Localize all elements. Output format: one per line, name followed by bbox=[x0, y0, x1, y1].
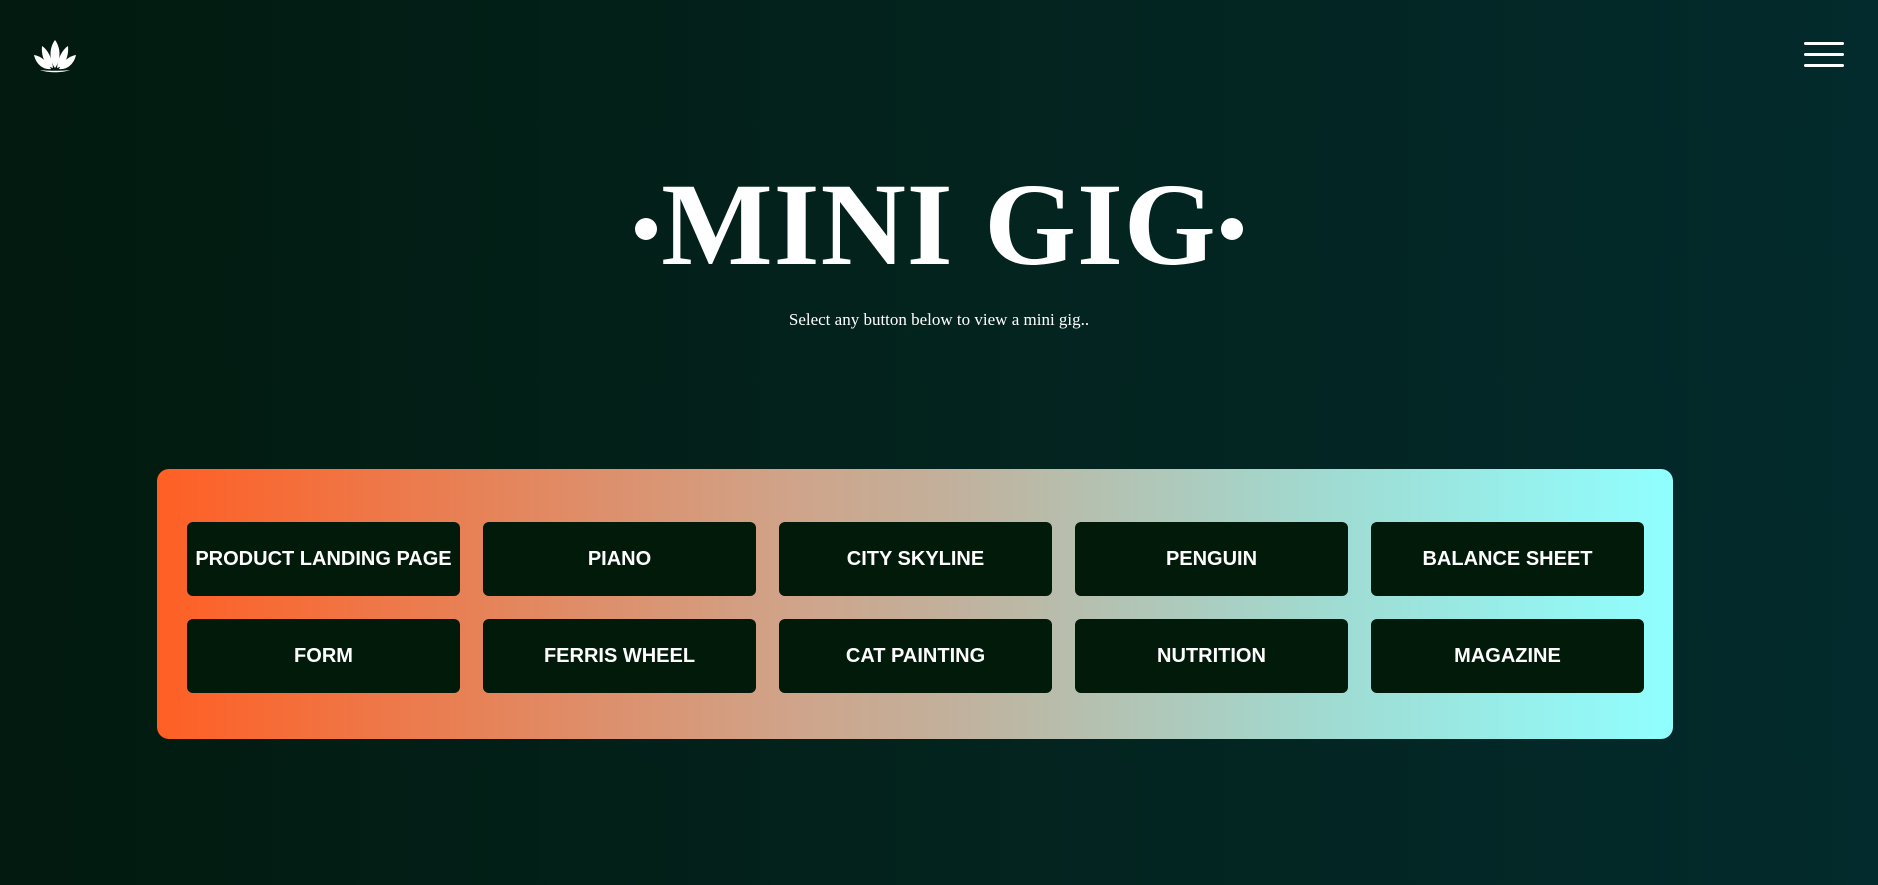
gig-button-piano[interactable]: PIANO bbox=[483, 522, 756, 596]
gig-button-product-landing-page[interactable]: PRODUCT LANDING PAGE bbox=[187, 522, 460, 596]
gig-button-nutrition[interactable]: NUTRITION bbox=[1075, 619, 1348, 693]
lotus-logo-icon[interactable] bbox=[32, 36, 78, 74]
gig-button-grid: PRODUCT LANDING PAGE PIANO CITY SKYLINE … bbox=[187, 522, 1644, 693]
hero-section: MINI GIG Select any button below to view… bbox=[0, 160, 1878, 330]
gig-button-penguin[interactable]: PENGUIN bbox=[1075, 522, 1348, 596]
gig-button-panel: PRODUCT LANDING PAGE PIANO CITY SKYLINE … bbox=[157, 469, 1673, 739]
page-title: MINI GIG bbox=[0, 160, 1878, 290]
page-title-text: MINI GIG bbox=[661, 159, 1217, 290]
gig-button-balance-sheet[interactable]: BALANCE SHEET bbox=[1371, 522, 1644, 596]
gig-button-city-skyline[interactable]: CITY SKYLINE bbox=[779, 522, 1052, 596]
title-dot-left-icon bbox=[635, 217, 658, 240]
page-subtitle: Select any button below to view a mini g… bbox=[788, 310, 1090, 329]
gig-button-magazine[interactable]: MAGAZINE bbox=[1371, 619, 1644, 693]
gig-button-cat-painting[interactable]: CAT PAINTING bbox=[779, 619, 1052, 693]
hamburger-menu-icon[interactable] bbox=[1804, 40, 1846, 70]
gig-button-ferris-wheel[interactable]: FERRIS WHEEL bbox=[483, 619, 756, 693]
title-dot-right-icon bbox=[1220, 217, 1243, 240]
gig-button-form[interactable]: FORM bbox=[187, 619, 460, 693]
